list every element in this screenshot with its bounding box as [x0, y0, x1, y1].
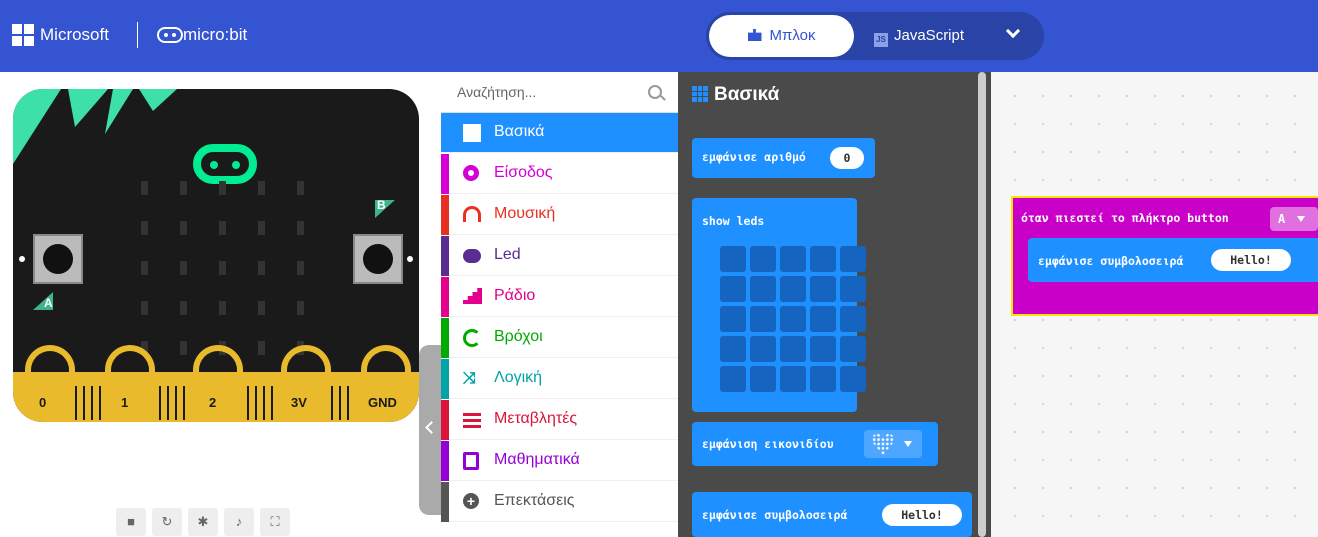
microbit-logo-icon[interactable] — [157, 27, 183, 43]
fullscreen-icon[interactable]: ⛶ — [260, 508, 290, 536]
javascript-icon: JS — [874, 33, 888, 47]
restart-icon[interactable]: ↻ — [152, 508, 182, 536]
block-label: show leds — [702, 214, 765, 228]
button-b[interactable] — [353, 234, 403, 284]
category-color-bar — [441, 441, 449, 481]
pin-1[interactable]: 1 — [121, 395, 128, 410]
stop-icon[interactable]: ■ — [116, 508, 146, 536]
tab-blocks[interactable]: Μπλοκ — [709, 15, 854, 57]
flyout-scrollbar[interactable] — [978, 72, 986, 537]
loop-arrow-icon — [463, 329, 481, 347]
microbit-face-logo[interactable] — [193, 144, 257, 184]
toolbox-category-logic[interactable]: ⤨ Λογική — [441, 359, 678, 399]
block-label: εμφάνισε αριθμό — [702, 150, 806, 164]
category-label: Είσοδος — [494, 164, 553, 181]
block-show-string-workspace[interactable]: εμφάνισε συμβολοσειρά Hello! — [1028, 238, 1318, 282]
string-input[interactable]: Hello! — [1211, 249, 1291, 271]
plus-circle-icon: + — [463, 493, 479, 509]
search-icon[interactable] — [648, 85, 662, 99]
category-color-bar — [441, 195, 449, 235]
header-bar: Microsoft micro:bit Μπλοκ JS JavaScript — [0, 0, 1318, 72]
block-show-leds[interactable]: show leds — [692, 198, 866, 412]
button-select-value: A — [1278, 212, 1286, 226]
search-input[interactable]: Αναζήτηση... — [457, 84, 536, 100]
microsoft-brand[interactable]: Microsoft — [40, 24, 109, 46]
input-circle-icon — [463, 165, 479, 181]
number-input[interactable]: 0 — [830, 147, 864, 169]
category-color-bar — [441, 154, 449, 194]
block-show-icon[interactable]: εμφάνιση εικονιδίου — [692, 422, 938, 466]
category-color-bar — [441, 359, 449, 399]
button-b-dot — [407, 256, 413, 262]
brand-divider — [137, 22, 138, 48]
pin-2[interactable]: 2 — [209, 395, 216, 410]
grid-icon — [463, 124, 481, 142]
toggle-icon — [463, 249, 481, 263]
pin-gnd[interactable]: GND — [368, 395, 397, 410]
button-a[interactable] — [33, 234, 83, 284]
toolbox-category-input[interactable]: Είσοδος — [441, 154, 678, 194]
category-label: Βρόχοι — [494, 328, 543, 345]
category-color-bar — [441, 318, 449, 358]
category-label: Ράδιο — [494, 287, 536, 304]
category-label: Λογική — [494, 369, 543, 386]
microsoft-logo-icon[interactable] — [12, 24, 34, 46]
block-show-number[interactable]: εμφάνισε αριθμό 0 — [692, 138, 875, 178]
mute-icon[interactable]: ♪ — [224, 508, 254, 536]
toolbox-category-radio[interactable]: Ράδιο — [441, 277, 678, 317]
edge-connector: 0 1 2 3V GND — [13, 372, 419, 422]
block-label: εμφάνισε συμβολοσειρά — [1038, 254, 1184, 268]
signal-bars-icon — [463, 288, 482, 304]
event-block-on-button-pressed[interactable]: όταν πιεστεί το πλήκτρο button A εμφάνισ… — [1011, 196, 1318, 316]
pin-0[interactable]: 0 — [39, 395, 46, 410]
category-color-bar — [441, 277, 449, 317]
button-select-dropdown[interactable]: A — [1270, 207, 1318, 231]
category-color-bar — [441, 236, 449, 276]
list-lines-icon — [463, 411, 481, 429]
toolbox-category-loops[interactable]: Βρόχοι — [441, 318, 678, 358]
button-a-dot — [19, 256, 25, 262]
debug-icon[interactable]: ✱ — [188, 508, 218, 536]
toolbox-category-led[interactable]: Led — [441, 236, 678, 276]
tab-javascript[interactable]: JS JavaScript — [874, 15, 964, 57]
category-label: Μουσική — [494, 205, 556, 222]
simulator-panel: A B 0 1 2 3V GND ■ ↻ ✱ ♪ ⛶ — [0, 72, 441, 537]
headphones-icon — [463, 206, 481, 222]
calculator-icon — [463, 452, 479, 470]
category-label: Βασικά — [494, 123, 545, 140]
shuffle-icon: ⤨ — [463, 370, 476, 387]
toolbox-category-math[interactable]: Μαθηματικά — [441, 441, 678, 481]
category-label: Led — [494, 246, 521, 263]
string-input[interactable]: Hello! — [882, 504, 962, 526]
event-block-label: όταν πιεστεί το πλήκτρο button — [1021, 211, 1229, 225]
block-label: εμφάνιση εικονιδίου — [702, 437, 834, 451]
category-label: Επεκτάσεις — [494, 492, 575, 509]
category-color-bar — [441, 482, 449, 522]
category-label: Μεταβλητές — [494, 410, 578, 427]
pin-3v[interactable]: 3V — [291, 395, 307, 410]
category-label: Μαθηματικά — [494, 451, 580, 468]
search-box[interactable]: Αναζήτηση... — [441, 72, 678, 113]
collapse-simulator-handle[interactable] — [419, 345, 441, 515]
grid-icon — [692, 86, 708, 102]
simulator-toolbar: ■ ↻ ✱ ♪ ⛶ — [116, 508, 296, 536]
block-label: εμφάνισε συμβολοσειρά — [702, 508, 848, 522]
toolbox-category-music[interactable]: Μουσική — [441, 195, 678, 235]
flyout-title: Βασικά — [692, 84, 779, 106]
toolbox-panel: Αναζήτηση... Βασικά Είσοδος Μουσική Led … — [441, 72, 678, 537]
tab-javascript-label: JavaScript — [894, 27, 965, 44]
microbit-brand[interactable]: micro:bit — [183, 24, 247, 46]
flyout-title-text: Βασικά — [714, 84, 780, 105]
block-show-string[interactable]: εμφάνισε συμβολοσειρά Hello! — [692, 492, 972, 537]
category-color-bar — [441, 400, 449, 440]
block-flyout: Βασικά εμφάνισε αριθμό 0 show leds εμφάν… — [678, 72, 991, 537]
toolbox-category-basic[interactable]: Βασικά — [441, 113, 678, 153]
toolbox-category-extensions[interactable]: + Επεκτάσεις — [441, 482, 678, 522]
tab-blocks-label: Μπλοκ — [769, 27, 816, 44]
blocks-icon — [747, 29, 762, 41]
heart-icon[interactable] — [864, 430, 922, 458]
toolbox-category-variables[interactable]: Μεταβλητές — [441, 400, 678, 440]
